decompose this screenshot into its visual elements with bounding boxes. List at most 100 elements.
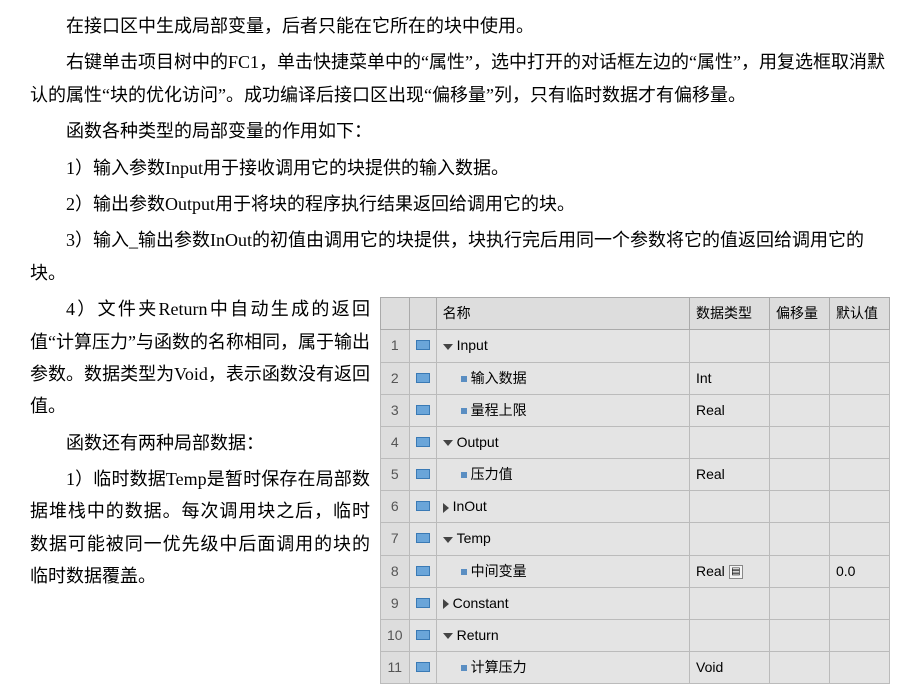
data-type-cell[interactable] [690, 620, 770, 652]
variable-icon [409, 652, 436, 684]
variable-name-cell[interactable]: 压力值 [436, 459, 689, 491]
variable-name-cell[interactable]: 输入数据 [436, 362, 689, 394]
item-bullet-icon [461, 472, 467, 478]
variable-name-cell[interactable]: Output [436, 426, 689, 458]
variable-name-cell[interactable]: Input [436, 330, 689, 362]
variable-name-cell[interactable]: InOut [436, 491, 689, 523]
data-type-cell[interactable] [690, 491, 770, 523]
table-row[interactable]: 6 InOut [381, 491, 890, 523]
table-row[interactable]: 3 量程上限 Real [381, 394, 890, 426]
variable-icon [409, 587, 436, 619]
text-column: 4）文件夹Return中自动生成的返回值“计算压力”与函数的名称相同，属于输出参… [30, 293, 370, 597]
offset-cell [770, 459, 830, 491]
variable-name-cell[interactable]: 量程上限 [436, 394, 689, 426]
default-value-cell[interactable] [830, 652, 890, 684]
chevron-down-icon[interactable] [443, 440, 453, 446]
variable-name: 输入数据 [471, 370, 527, 386]
row-number: 3 [381, 394, 410, 426]
variable-name-cell[interactable]: Constant [436, 587, 689, 619]
default-value-cell[interactable] [830, 362, 890, 394]
data-type-cell[interactable]: Real [690, 394, 770, 426]
default-value-cell[interactable] [830, 620, 890, 652]
table-row[interactable]: 5 压力值Real [381, 459, 890, 491]
para-4: 1）输入参数Input用于接收调用它的块提供的输入数据。 [30, 152, 890, 184]
row-number: 10 [381, 620, 410, 652]
variable-name-cell[interactable]: 中间变量 [436, 555, 689, 587]
chevron-down-icon[interactable] [443, 537, 453, 543]
row-number: 6 [381, 491, 410, 523]
variable-icon [409, 620, 436, 652]
data-type-cell[interactable]: Real [690, 459, 770, 491]
variable-name: 计算压力 [471, 659, 527, 675]
table-row[interactable]: 11 计算压力 Void [381, 652, 890, 684]
data-type-cell[interactable]: Void [690, 652, 770, 684]
row-number: 11 [381, 652, 410, 684]
default-value-cell[interactable] [830, 394, 890, 426]
variable-table-panel: 名称 数据类型 偏移量 默认值 1Input2 输入数据 Int 3 量程上限 Real4… [380, 297, 890, 684]
col-type: 数据类型 [690, 298, 770, 330]
variable-name-cell[interactable]: 计算压力 [436, 652, 689, 684]
variable-name: Temp [457, 530, 491, 546]
item-bullet-icon [461, 665, 467, 671]
offset-cell [770, 491, 830, 523]
chevron-right-icon[interactable] [443, 503, 449, 513]
chevron-right-icon[interactable] [443, 599, 449, 609]
variable-name-cell[interactable]: Return [436, 620, 689, 652]
data-type-cell[interactable]: Real▤ [690, 555, 770, 587]
variable-icon [409, 555, 436, 587]
variable-icon [409, 459, 436, 491]
default-value-cell[interactable] [830, 330, 890, 362]
chevron-down-icon[interactable] [443, 633, 453, 639]
offset-cell [770, 362, 830, 394]
default-value-cell[interactable] [830, 491, 890, 523]
para-2: 右键单击项目树中的FC1，单击快捷菜单中的“属性”，选中打开的对话框左边的“属性… [30, 46, 890, 111]
row-number: 5 [381, 459, 410, 491]
para-5: 2）输出参数Output用于将块的程序执行结果返回给调用它的块。 [30, 188, 890, 220]
table-row[interactable]: 9 Constant [381, 587, 890, 619]
default-value-cell[interactable] [830, 587, 890, 619]
table-row[interactable]: 8 中间变量Real▤ 0.0 [381, 555, 890, 587]
data-type-cell[interactable]: Int [690, 362, 770, 394]
variable-icon [409, 362, 436, 394]
chevron-down-icon[interactable] [443, 344, 453, 350]
para-7: 4）文件夹Return中自动生成的返回值“计算压力”与函数的名称相同，属于输出参… [30, 293, 370, 423]
variable-name-cell[interactable]: Temp [436, 523, 689, 555]
col-name: 名称 [436, 298, 689, 330]
para-8: 函数还有两种局部数据： [30, 427, 370, 459]
default-value-cell[interactable] [830, 459, 890, 491]
offset-cell [770, 620, 830, 652]
data-type-cell[interactable] [690, 587, 770, 619]
default-value-cell[interactable] [830, 426, 890, 458]
item-bullet-icon [461, 408, 467, 414]
para-1: 在接口区中生成局部变量，后者只能在它所在的块中使用。 [30, 10, 890, 42]
default-value-cell[interactable] [830, 523, 890, 555]
offset-cell [770, 426, 830, 458]
para-6: 3）输入_输出参数InOut的初值由调用它的块提供，块执行完后用同一个参数将它的… [30, 224, 890, 289]
col-offset: 偏移量 [770, 298, 830, 330]
data-type-cell[interactable] [690, 330, 770, 362]
default-value-cell[interactable]: 0.0 [830, 555, 890, 587]
table-row[interactable]: 7Temp [381, 523, 890, 555]
variable-table: 名称 数据类型 偏移量 默认值 1Input2 输入数据 Int 3 量程上限 Real4… [380, 297, 890, 684]
col-icon [409, 298, 436, 330]
table-row[interactable]: 1Input [381, 330, 890, 362]
offset-cell [770, 587, 830, 619]
row-number: 9 [381, 587, 410, 619]
table-row[interactable]: 2 输入数据 Int [381, 362, 890, 394]
variable-name: Constant [453, 595, 509, 611]
variable-name: InOut [453, 498, 487, 514]
offset-cell [770, 523, 830, 555]
variable-icon [409, 426, 436, 458]
item-bullet-icon [461, 569, 467, 575]
row-number: 2 [381, 362, 410, 394]
variable-name: Input [457, 337, 488, 353]
data-type-cell[interactable] [690, 523, 770, 555]
variable-name: 量程上限 [471, 402, 527, 418]
col-rownum [381, 298, 410, 330]
type-picker-icon[interactable]: ▤ [729, 565, 743, 579]
col-default: 默认值 [830, 298, 890, 330]
data-type-cell[interactable] [690, 426, 770, 458]
table-row[interactable]: 4Output [381, 426, 890, 458]
table-row[interactable]: 10 Return [381, 620, 890, 652]
row-number: 8 [381, 555, 410, 587]
